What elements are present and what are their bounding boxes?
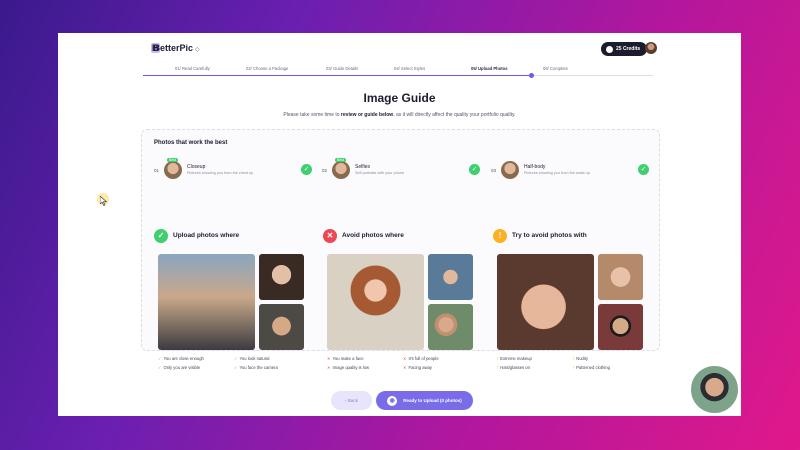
check-icon: ✓ [469,164,480,175]
criterion: ✓ You look natural [234,356,270,361]
step-2[interactable]: 02/ Choose a Package [246,66,288,71]
closeup-thumb: Best [164,158,182,179]
photo-small-1 [428,254,473,300]
criterion: ! Extreme makeup [497,356,532,361]
step-5[interactable]: 05/ Upload Photos [471,66,508,71]
page-subtitle: Please take some time to review or guide… [283,112,516,118]
criterion: ✕ Facing away [403,365,433,370]
criterion: ✕ You make a face [327,356,364,361]
photo-small-1 [259,254,304,300]
check-icon: ✓ [301,164,312,175]
step-3[interactable]: 03/ Guide Details [326,66,358,71]
criterion: ✕ Image quality is low [327,365,370,370]
credits-badge[interactable]: 25 Credits [601,42,648,56]
back-button[interactable]: ‹ Back [331,391,372,410]
column-upload: ✓ Upload photos where ✓ You are close eno… [154,229,304,376]
step-4[interactable]: 04/ Select Styles [394,66,425,71]
halfbody-thumb [501,161,519,179]
selfies-thumb: Best [332,158,350,179]
logo[interactable]: BBetterPic ◇ [151,43,200,53]
mouse-cursor-icon [97,193,110,206]
photo-small-2 [428,304,473,350]
column-try-avoid: ! Try to avoid photos with ! Extreme make… [493,229,643,376]
photo-main [497,254,594,350]
footer-actions: ‹ Back ◉ Ready to Upload (0 photos) [58,385,741,410]
coin-icon [606,45,613,53]
type-halfbody: 03 Half-body Pictures showing you from t… [491,159,651,183]
photo-small-2 [598,304,643,350]
credits-label: 25 Credits [616,46,641,52]
criterion: ! Hats/glasses on [497,365,530,370]
photo-small-1 [598,254,643,300]
camera-icon: ◉ [387,395,398,406]
type-selfies: 02 Best Selfies Self portraits with your… [322,158,482,183]
column-heading: Upload photos where [173,232,240,239]
progress-fill [143,75,533,76]
photo-main [158,254,255,350]
user-avatar[interactable] [645,42,657,54]
top-bar: BBetterPic ◇ 25 Credits [58,33,741,63]
check-icon: ✓ [638,164,649,175]
criterion: ✕ It's full of people [403,356,439,361]
criterion: ! Patterned clothing [573,365,610,370]
criterion: ✓ Only you are visible [158,365,201,370]
photo-main [327,254,424,350]
check-icon: ✓ [154,229,168,243]
cross-icon: ✕ [323,229,337,243]
page-title: Image Guide [363,91,436,105]
app-window: BBetterPic ◇ 25 Credits 01/ Read Carefull… [58,33,741,416]
step-1[interactable]: 01/ Read Carefully [175,66,210,71]
step-6[interactable]: 06/ Complete [543,66,568,71]
progress-steps: 01/ Read Carefully 02/ Choose a Package … [143,65,653,79]
warning-icon: ! [493,229,507,243]
column-heading: Try to avoid photos with [512,232,587,239]
column-heading: Avoid photos where [342,232,404,239]
guide-panel: Photos that work the best 01 Best Closeu… [141,129,660,370]
criterion: ! Nudity [573,356,589,361]
criterion: ✓ You are close enough [158,356,204,361]
works-title: Photos that work the best [154,140,228,146]
webcam-overlay [689,364,740,415]
progress-dot [529,73,534,78]
criterion: ✓ You face the camera [234,365,278,370]
photo-small-2 [259,304,304,350]
type-closeup: 01 Best Closeup Pictures showing you fro… [154,158,314,183]
logo-text: BetterPic [153,43,194,53]
chevron-icon: ◇ [195,47,200,53]
column-avoid: ✕ Avoid photos where ✕ You make a face ✕ I… [323,229,473,376]
upload-button[interactable]: ◉ Ready to Upload (0 photos) [376,391,473,410]
